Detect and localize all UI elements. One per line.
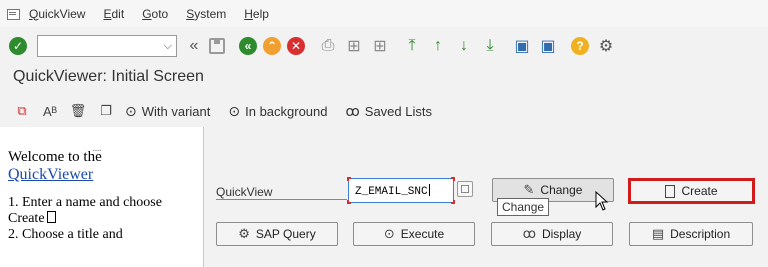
description-label: Description (670, 227, 731, 241)
command-field[interactable]: ⌵ (37, 35, 177, 57)
create-session-icon[interactable]: ▣ (513, 36, 531, 56)
document-icon (46, 211, 56, 223)
quickviewer-link[interactable]: QuickViewer (8, 166, 198, 183)
back-icon[interactable]: « (185, 37, 203, 55)
find-icon[interactable]: ⊞ (345, 36, 363, 56)
menu-help-label: elp (252, 6, 269, 21)
execute-icon: ⊙ (383, 226, 395, 241)
label-underline (216, 199, 347, 200)
execute-label: Execute (400, 227, 445, 241)
help-icon[interactable]: ? (571, 37, 589, 55)
copy-icon[interactable]: ❐ (97, 102, 115, 120)
menu-help-accesskey: H (244, 6, 253, 21)
execute-icon: ⊙ (125, 102, 137, 119)
back-green-icon[interactable]: « (239, 37, 257, 55)
welcome-line: Welcome to the (8, 149, 102, 165)
system-menu-icon[interactable] (6, 8, 20, 20)
first-page-icon[interactable]: ⤒ (403, 37, 421, 55)
sap-query-label: SAP Query (255, 227, 316, 241)
description-icon: ▤ (651, 226, 665, 241)
menu-goto-label: oto (151, 6, 169, 21)
last-page-icon[interactable]: ⤓ (481, 37, 499, 55)
exit-icon[interactable]: ⌃ (263, 37, 281, 55)
menu-quickview[interactable]: QuickView (29, 7, 85, 21)
with-variant-label: With variant (141, 103, 211, 119)
glasses-icon: ꝏ (522, 226, 536, 241)
create-button[interactable]: Create (628, 178, 755, 204)
change-label: Change (540, 183, 583, 197)
saved-lists-label: Saved Lists (364, 103, 432, 119)
menu-goto-accesskey: G (142, 6, 152, 21)
quickview-label: QuickView (216, 185, 273, 199)
previous-page-icon[interactable]: ↑ (429, 37, 447, 55)
display-button[interactable]: ꝏ Display (491, 222, 613, 246)
chevron-down-icon[interactable]: ⌵ (164, 40, 172, 53)
menu-edit[interactable]: Edit (103, 7, 124, 21)
query-icon: ⚙ (238, 226, 250, 241)
cancel-icon[interactable]: ✕ (287, 37, 305, 55)
in-background-label: In background (245, 103, 328, 119)
text-cursor (428, 184, 430, 196)
mouse-pointer-icon (595, 191, 609, 211)
menu-quickview-accesskey: Q (29, 6, 39, 21)
step-1: 1. Enter a name and choose Create (8, 195, 198, 227)
pencil-icon: ✎ (523, 182, 535, 197)
step-1-create: Create (8, 211, 45, 226)
shortcut-icon[interactable]: ▣ (539, 36, 557, 56)
menu-edit-accesskey: E (103, 6, 112, 21)
enter-icon[interactable]: ✓ (9, 37, 27, 55)
step-2: 2. Choose a title and (8, 227, 123, 242)
value-help-button[interactable] (457, 181, 473, 197)
execute-icon: ⊙ (228, 102, 241, 119)
next-page-icon[interactable]: ↓ (455, 37, 473, 55)
display-label: Display (541, 227, 582, 241)
rename-icon[interactable]: Aᴮ (41, 102, 59, 120)
menu-bar: QuickView Edit Goto System Help (0, 0, 768, 27)
execute-button[interactable]: ⊙ Execute (353, 222, 475, 246)
application-toolbar: ⧉ Aᴮ 🗑 ❐ ⊙ With variant ⊙ In background … (0, 95, 768, 127)
save-icon[interactable] (209, 38, 225, 54)
menu-help[interactable]: Help (244, 7, 269, 21)
document-icon (665, 184, 676, 198)
page-title: QuickViewer: Initial Screen (13, 68, 204, 85)
main-pane: QuickView Z_EMAIL_SNC ✎ Change Create ⚙ … (205, 127, 768, 267)
find-next-icon[interactable]: ⊞ (371, 36, 389, 56)
menu-goto[interactable]: Goto (142, 7, 168, 21)
create-label: Create (681, 184, 718, 198)
quickview-input[interactable]: Z_EMAIL_SNC (347, 177, 455, 204)
quickview-input-value: Z_EMAIL_SNC (355, 186, 428, 198)
menu-system[interactable]: System (186, 7, 226, 21)
other-object-icon[interactable]: ⧉ (13, 102, 31, 120)
description-button[interactable]: ▤ Description (629, 222, 753, 246)
delete-icon[interactable]: 🗑 (69, 102, 87, 120)
print-icon[interactable]: ⎙ (319, 37, 337, 55)
in-background-button[interactable]: ⊙ In background (228, 103, 327, 120)
change-tooltip: Change (497, 198, 550, 216)
sap-query-button[interactable]: ⚙ SAP Query (216, 222, 338, 246)
menu-system-label: ystem (194, 6, 227, 21)
menu-edit-label: dit (111, 6, 125, 21)
glasses-icon: ꝏ (345, 102, 360, 119)
documentation-pane: ..... Welcome to the QuickViewer 1. Ente… (0, 127, 204, 267)
standard-toolbar: ✓ ⌵ « « ⌃ ✕ ⎙ ⊞ ⊞ ⤒ ↑ ↓ ⤓ ▣ ▣ ? ⚙ (0, 27, 768, 65)
welcome-text: Welcome to the QuickViewer 1. Enter a na… (8, 149, 198, 243)
saved-lists-button[interactable]: ꝏ Saved Lists (346, 103, 432, 120)
menu-quickview-label: uickView (38, 6, 86, 21)
step-1-text: 1. Enter a name and choose (8, 195, 162, 210)
with-variant-button[interactable]: ⊙ With variant (125, 103, 210, 120)
customize-layout-icon[interactable]: ⚙ (597, 36, 615, 56)
